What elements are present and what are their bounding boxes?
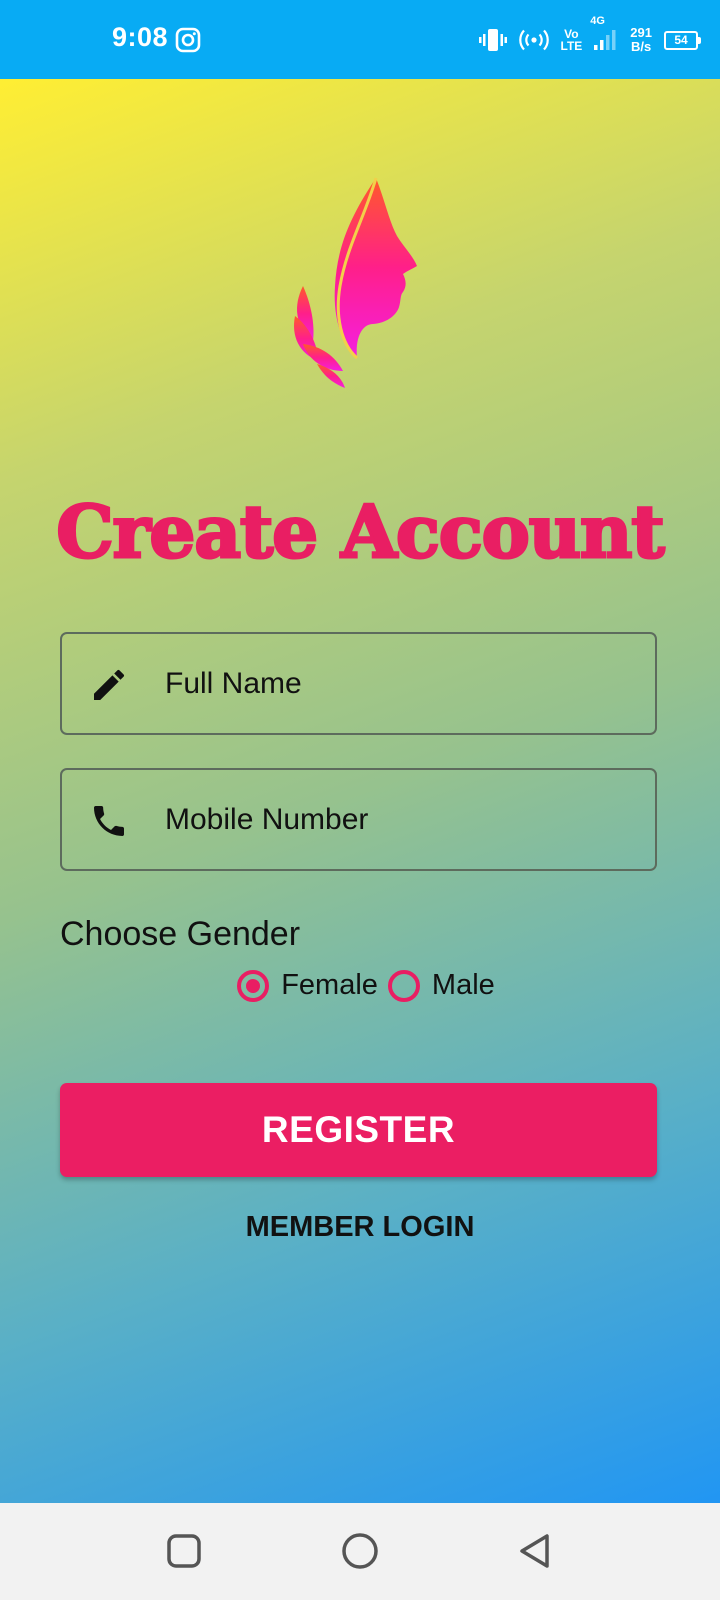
volte-indicator: Vo LTE: [561, 28, 583, 52]
male-radio-button[interactable]: [387, 969, 420, 1002]
pencil-icon: [94, 669, 125, 700]
network-type: 4G: [590, 15, 605, 27]
female-label: Female: [281, 969, 378, 1001]
navigation-bar: [0, 1503, 720, 1600]
network-speed-value: 291: [630, 25, 652, 40]
gender-label: Choose Gender: [60, 915, 301, 953]
full-name-field[interactable]: [60, 632, 657, 735]
network-speed-unit: B/s: [631, 39, 652, 54]
signal-group: 4G: [590, 15, 618, 51]
status-bar: 9:08 Vo LTE 4G 291 B/s 54: [0, 0, 720, 79]
woman-face-logo: [294, 177, 417, 388]
register-screen: Create Account Choose Gender Female Male…: [0, 79, 720, 1503]
full-name-input[interactable]: [165, 634, 635, 733]
register-button[interactable]: REGISTER: [60, 1083, 657, 1177]
hotspot-icon: [518, 29, 549, 51]
recents-icon[interactable]: [164, 1531, 204, 1571]
home-icon[interactable]: [340, 1531, 380, 1571]
mobile-number-input[interactable]: [165, 770, 635, 869]
vibrate-icon: [478, 29, 507, 51]
volte-label-bottom: LTE: [560, 39, 583, 53]
male-label: Male: [431, 969, 495, 1001]
member-login-link[interactable]: MEMBER LOGIN: [0, 1211, 720, 1244]
signal-icon: [594, 30, 616, 50]
gender-option-male[interactable]: Male: [387, 969, 495, 1002]
female-radio-button[interactable]: [237, 969, 270, 1002]
status-icons: Vo LTE 4G 291 B/s 54: [478, 15, 701, 60]
back-icon[interactable]: [516, 1531, 556, 1571]
battery-level: 54: [674, 32, 688, 47]
instagram-icon: [175, 27, 201, 53]
status-time: 9:08: [112, 22, 169, 52]
mobile-number-field[interactable]: [60, 768, 657, 871]
page-title: Create Account: [55, 488, 666, 576]
gender-radio-group: Female Male: [0, 969, 720, 1002]
network-speed: 291 B/s: [630, 26, 652, 54]
gender-option-female[interactable]: Female: [237, 969, 378, 1002]
phone-icon: [94, 806, 124, 836]
battery-icon: 54: [664, 30, 701, 50]
